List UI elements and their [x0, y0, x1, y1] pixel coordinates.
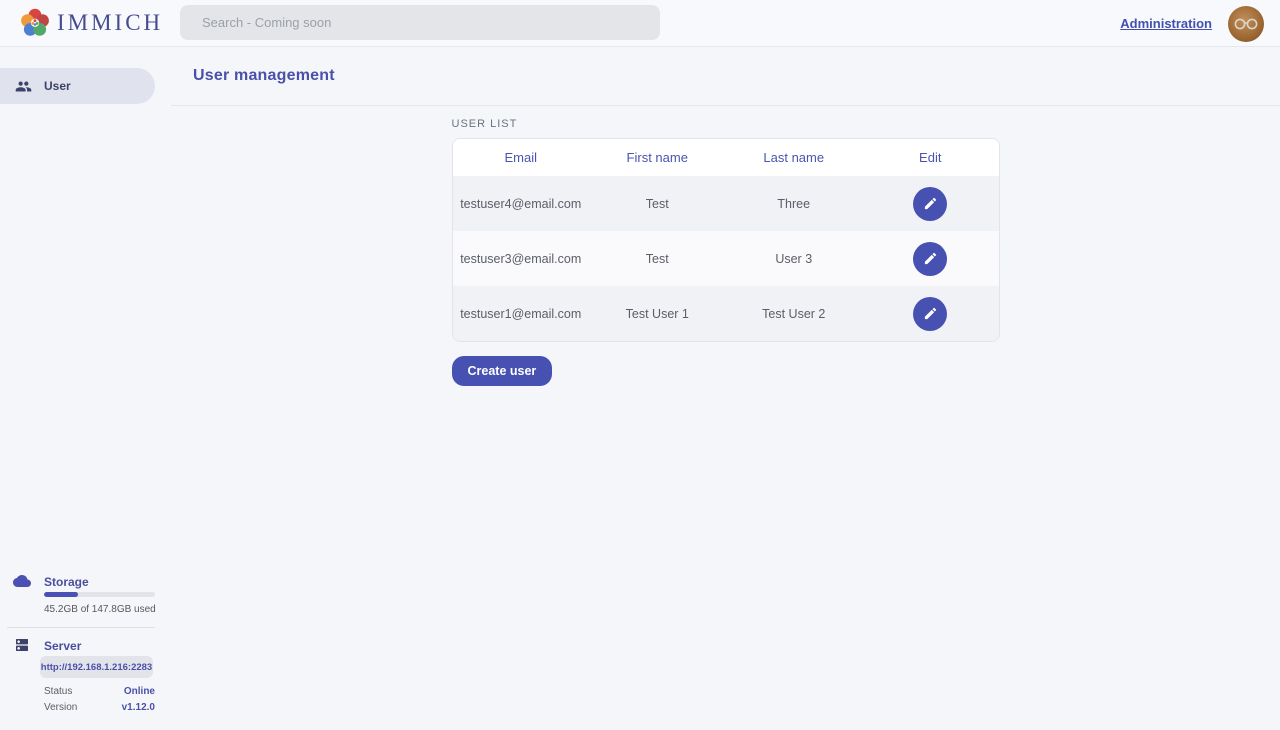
edit-user-button[interactable]: [913, 187, 947, 221]
sidebar-divider: [7, 627, 155, 628]
storage-progress-fill: [44, 592, 78, 597]
edit-user-button[interactable]: [913, 242, 947, 276]
pencil-icon: [923, 196, 938, 211]
server-title: Server: [44, 639, 81, 653]
glasses-icon: [1233, 17, 1259, 31]
server-version-row: Version v1.12.0: [44, 702, 155, 713]
user-avatar[interactable]: [1228, 6, 1264, 42]
user-list-label: USER LIST: [452, 118, 1000, 130]
cell-email: testuser4@email.com: [453, 197, 590, 211]
storage-progress-bar: [44, 592, 155, 597]
version-value: v1.12.0: [122, 702, 155, 713]
server-icon: [14, 637, 30, 653]
create-user-button[interactable]: Create user: [452, 356, 553, 386]
cloud-icon: [13, 574, 31, 588]
main-content: USER LIST Email First name Last name Edi…: [171, 106, 1280, 730]
server-url-badge: http://192.168.1.216:2283: [40, 656, 153, 678]
version-label: Version: [44, 702, 77, 713]
users-icon: [15, 78, 32, 95]
sidebar-item-user[interactable]: User: [0, 68, 155, 104]
column-header-email: Email: [453, 150, 590, 165]
edit-user-button[interactable]: [913, 297, 947, 331]
search-input[interactable]: [180, 5, 660, 40]
table-row: testuser1@email.com Test User 1 Test Use…: [453, 286, 999, 341]
app-logo: IMMICH: [20, 8, 163, 38]
table-header-row: Email First name Last name Edit: [453, 139, 999, 176]
table-row: testuser3@email.com Test User 3: [453, 231, 999, 286]
app-title: IMMICH: [57, 10, 163, 36]
cell-email: testuser3@email.com: [453, 252, 590, 266]
cell-first-name: Test: [589, 252, 726, 266]
page-title-bar: User management: [171, 47, 1280, 106]
cell-last-name: Three: [726, 197, 863, 211]
status-label: Status: [44, 686, 72, 697]
column-header-edit: Edit: [862, 150, 999, 165]
cell-first-name: Test User 1: [589, 307, 726, 321]
cell-first-name: Test: [589, 197, 726, 211]
server-status-row: Status Online: [44, 686, 155, 697]
user-table: Email First name Last name Edit testuser…: [452, 138, 1000, 342]
immich-flower-icon: [20, 8, 50, 38]
top-header: IMMICH Administration: [0, 0, 1280, 47]
page-title: User management: [193, 67, 335, 85]
column-header-last-name: Last name: [726, 150, 863, 165]
column-header-first-name: First name: [589, 150, 726, 165]
sidebar-item-user-label: User: [44, 79, 71, 93]
cell-email: testuser1@email.com: [453, 307, 590, 321]
administration-link[interactable]: Administration: [1120, 16, 1212, 31]
cell-last-name: User 3: [726, 252, 863, 266]
storage-title: Storage: [44, 575, 89, 589]
storage-usage-text: 45.2GB of 147.8GB used: [44, 604, 156, 615]
cell-last-name: Test User 2: [726, 307, 863, 321]
status-value: Online: [124, 686, 155, 697]
pencil-icon: [923, 251, 938, 266]
table-row: testuser4@email.com Test Three: [453, 176, 999, 231]
pencil-icon: [923, 306, 938, 321]
